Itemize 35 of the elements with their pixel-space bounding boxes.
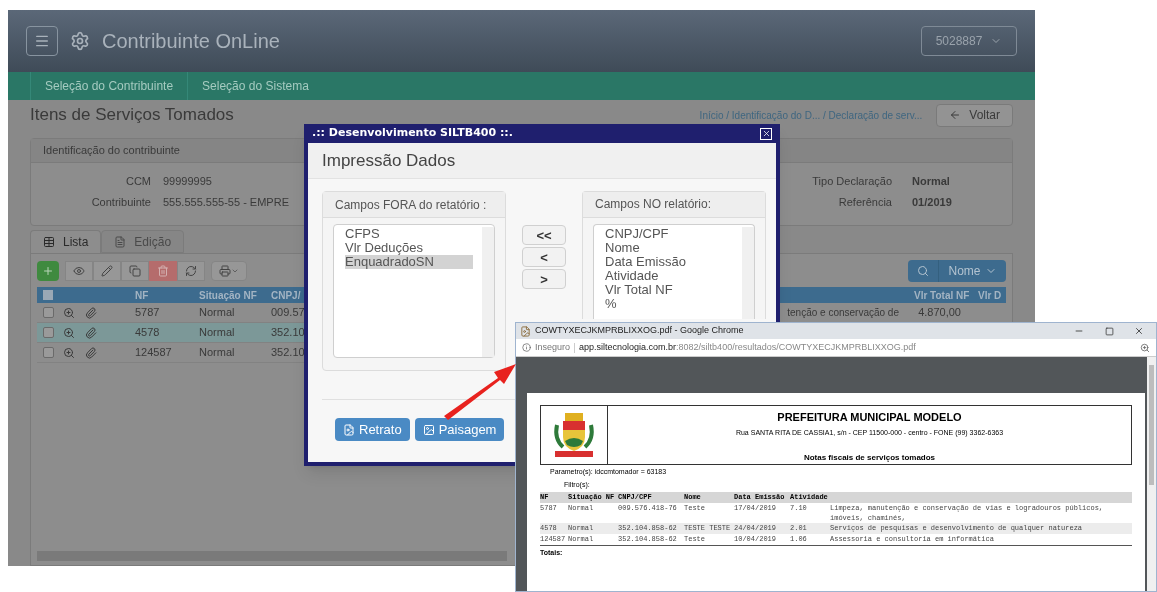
column-header: Situação NF xyxy=(198,288,258,303)
security-label: Inseguro xyxy=(535,340,571,354)
panel-title: Campos FORA do retatório : xyxy=(323,192,505,218)
table-cell-text: 352.10 xyxy=(270,345,306,361)
column-header: CNPJ/ xyxy=(270,288,302,303)
column-header: Vlr D xyxy=(978,288,1003,303)
table-cell-text: Normal xyxy=(198,325,236,341)
field-label: Referência xyxy=(837,194,892,210)
report-title: PREFEITURA MUNICIPAL MODELO xyxy=(777,410,962,425)
table-cell-text: 009.57 xyxy=(270,305,306,321)
app-title: Contribuinte OnLine xyxy=(102,29,280,54)
field-value: Normal xyxy=(912,174,951,189)
field-label: Contribuinte xyxy=(90,194,151,210)
page-title: Itens de Serviços Tomados xyxy=(30,104,234,127)
table-cell-text: 124587 xyxy=(134,345,173,361)
table-cell-text: 4.870,00 xyxy=(917,305,961,321)
window-title: COWTYXECJKMPRBLIXXOG.pdf - Google Chrome xyxy=(535,324,744,338)
field-value: 555.555.555-55 - EMPRE xyxy=(163,194,289,210)
table-cell-text: tenção e conservação de xyxy=(787,306,899,320)
panel-title: Campos NO relatório: xyxy=(583,192,765,218)
url-text: app.siltecnologia.com.br:8082/siltb400/resultados/COWTYXECJKMPRBLIXXOG.pdf xyxy=(579,340,916,354)
table-cell-text: 352.10 xyxy=(270,325,306,341)
column-header: NF xyxy=(134,288,150,303)
column-header: Vlr Total NF xyxy=(914,288,971,303)
report-subtitle: Notas fiscais de serviços tomados xyxy=(803,452,936,464)
table-cell-text: 5787 xyxy=(134,305,161,321)
field-label: CCM xyxy=(124,174,151,189)
dialog-heading: Impressão Dados xyxy=(308,143,776,179)
field-value: 01/2019 xyxy=(912,194,953,210)
table-cell-text: 4578 xyxy=(134,325,161,341)
table-cell-text: Normal xyxy=(198,345,236,361)
dialog-title: .:: Desenvolvimento SILTB400 ::. xyxy=(312,125,513,142)
table-cell-text: Normal xyxy=(198,305,236,321)
field-value: 99999995 xyxy=(163,174,213,189)
field-label: Tipo Declaração xyxy=(812,174,892,189)
